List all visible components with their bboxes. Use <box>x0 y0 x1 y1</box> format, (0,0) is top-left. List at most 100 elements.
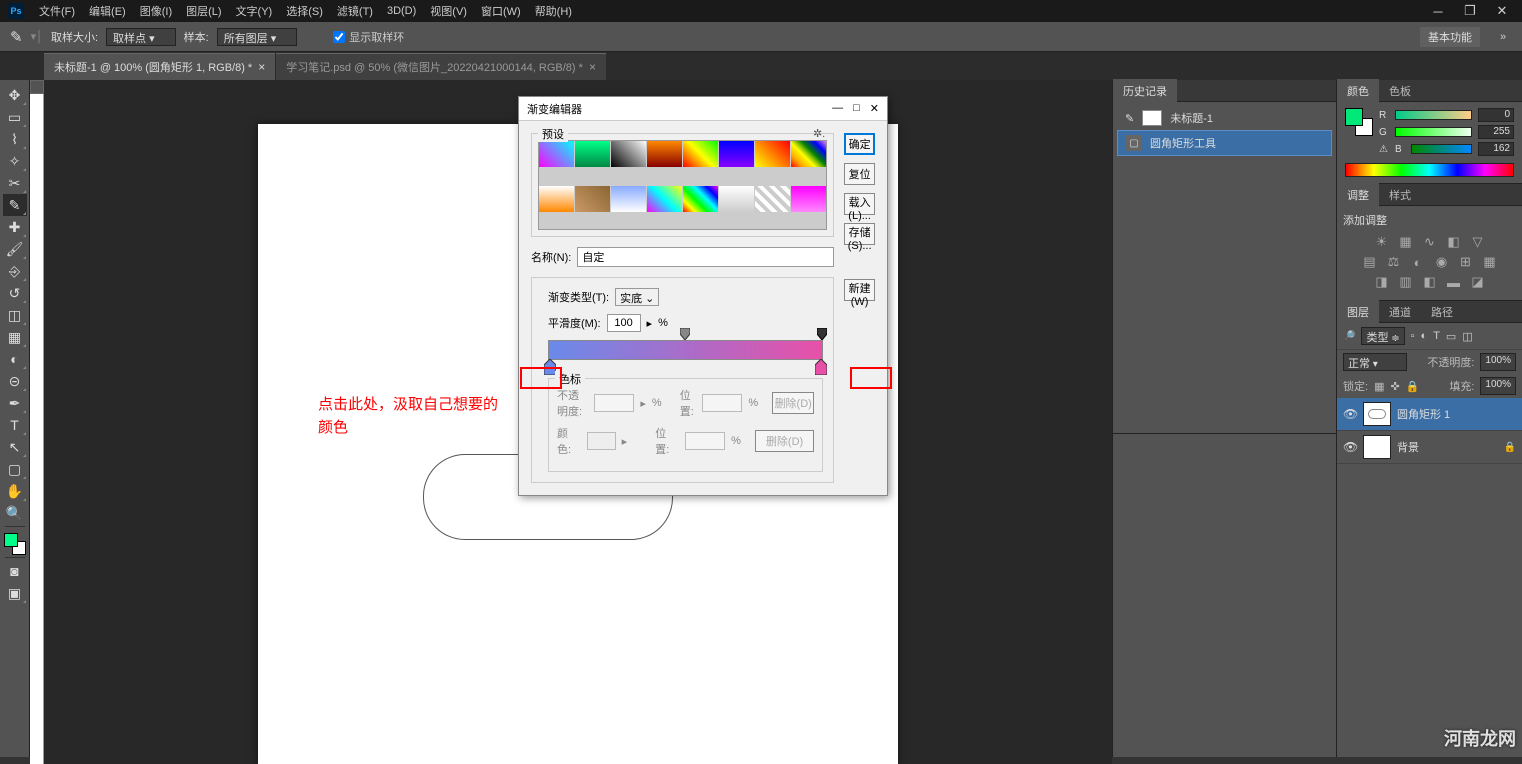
gradient-bar[interactable] <box>548 340 823 360</box>
gradient-tool[interactable]: ▦ <box>3 326 27 348</box>
minimize-button[interactable]: ─ <box>1426 3 1450 19</box>
history-brush-tool[interactable]: ↺ <box>3 282 27 304</box>
preset-swatch[interactable] <box>719 186 754 212</box>
preset-swatch[interactable] <box>719 141 754 167</box>
invert-icon[interactable]: ◨ <box>1373 274 1391 290</box>
threshold-icon[interactable]: ◧ <box>1421 274 1439 290</box>
reset-button[interactable]: 复位 <box>844 163 875 185</box>
paths-tab[interactable]: 路径 <box>1421 300 1463 324</box>
blue-value[interactable]: 162 <box>1478 142 1514 156</box>
preset-swatch[interactable] <box>791 186 826 212</box>
opacity-stop-right[interactable] <box>817 328 827 340</box>
load-button[interactable]: 载入(L)... <box>844 193 875 215</box>
opacity-stop-mid[interactable] <box>680 328 690 340</box>
new-button[interactable]: 新建(W) <box>844 279 875 301</box>
menu-filter[interactable]: 滤镜(T) <box>330 3 380 19</box>
shape-tool[interactable]: ▢ <box>3 458 27 480</box>
screen-mode-icon[interactable]: ▣ <box>3 582 27 604</box>
color-tab[interactable]: 颜色 <box>1337 79 1379 103</box>
styles-tab[interactable]: 样式 <box>1379 183 1421 207</box>
healing-tool[interactable]: ✚ <box>3 216 27 238</box>
photo-filter-icon[interactable]: ◉ <box>1433 254 1451 270</box>
opacity-input[interactable]: 100% <box>1480 353 1516 371</box>
channels-tab[interactable]: 通道 <box>1379 300 1421 324</box>
preset-swatch[interactable] <box>647 141 682 167</box>
levels-icon[interactable]: ▦ <box>1397 234 1415 250</box>
layers-tab[interactable]: 图层 <box>1337 300 1379 324</box>
vibrance-icon[interactable]: ▽ <box>1469 234 1487 250</box>
menu-file[interactable]: 文件(F) <box>32 3 82 19</box>
maximize-button[interactable]: ❐ <box>1458 3 1482 19</box>
menu-3d[interactable]: 3D(D) <box>380 5 423 17</box>
close-tab-icon[interactable]: × <box>589 60 596 74</box>
history-step[interactable]: ▢ 圆角矩形工具 <box>1117 130 1332 156</box>
smoothness-input[interactable] <box>607 314 641 332</box>
hand-tool[interactable]: ✋ <box>3 480 27 502</box>
fill-input[interactable]: 100% <box>1480 377 1516 395</box>
move-tool[interactable]: ✥ <box>3 84 27 106</box>
swatches-tab[interactable]: 色板 <box>1379 79 1421 103</box>
dialog-close-icon[interactable]: ✕ <box>870 102 879 115</box>
sample-select[interactable]: 所有图层 ▾ <box>217 28 298 46</box>
gradient-type-select[interactable]: 实底 ⌄ <box>615 288 659 306</box>
preset-swatch[interactable] <box>755 141 790 167</box>
filter-shape-icon[interactable]: ▭ <box>1446 330 1456 343</box>
preset-swatch[interactable] <box>755 186 790 212</box>
color-picker-swatch[interactable] <box>1345 108 1373 136</box>
ok-button[interactable]: 确定 <box>844 133 875 155</box>
gradient-name-input[interactable] <box>577 247 834 267</box>
preset-swatch[interactable] <box>683 186 718 212</box>
expand-panels-icon[interactable]: » <box>1494 28 1512 46</box>
menu-select[interactable]: 选择(S) <box>279 3 330 19</box>
adjustments-tab[interactable]: 调整 <box>1337 183 1379 207</box>
save-button[interactable]: 存储(S)... <box>844 223 875 245</box>
menu-type[interactable]: 文字(Y) <box>229 3 280 19</box>
red-slider[interactable] <box>1395 110 1472 120</box>
blur-tool[interactable]: ◐ <box>3 348 27 370</box>
preset-swatch[interactable] <box>611 186 646 212</box>
pen-tool[interactable]: ✒ <box>3 392 27 414</box>
dodge-tool[interactable]: ⊝ <box>3 370 27 392</box>
menu-help[interactable]: 帮助(H) <box>528 3 579 19</box>
dialog-titlebar[interactable]: 渐变编辑器 — □ ✕ <box>519 97 887 121</box>
crop-tool[interactable]: ✂ <box>3 172 27 194</box>
preset-grid[interactable] <box>538 140 827 230</box>
filter-adjust-icon[interactable]: ◐ <box>1421 330 1428 342</box>
menu-view[interactable]: 视图(V) <box>423 3 474 19</box>
preset-swatch[interactable] <box>575 186 610 212</box>
history-tab[interactable]: 历史记录 <box>1113 79 1177 103</box>
hue-icon[interactable]: ▤ <box>1361 254 1379 270</box>
workspace-switcher[interactable]: 基本功能 <box>1420 27 1480 47</box>
preset-swatch[interactable] <box>791 141 826 167</box>
zoom-tool[interactable]: 🔍 <box>3 502 27 524</box>
filter-pixel-icon[interactable]: ▫ <box>1411 330 1415 342</box>
layer-thumbnail[interactable] <box>1363 402 1391 426</box>
visibility-icon[interactable]: 👁 <box>1343 407 1357 421</box>
visibility-icon[interactable]: 👁 <box>1343 440 1357 454</box>
layer-row-background[interactable]: 👁 背景 🔒 <box>1337 431 1522 464</box>
menu-layer[interactable]: 图层(L) <box>179 3 228 19</box>
curves-icon[interactable]: ∿ <box>1421 234 1439 250</box>
preset-swatch[interactable] <box>539 141 574 167</box>
preset-swatch[interactable] <box>539 186 574 212</box>
marquee-tool[interactable]: ▭ <box>3 106 27 128</box>
filter-type-icon[interactable]: T <box>1433 330 1440 342</box>
lock-position-icon[interactable]: ✜ <box>1390 380 1399 393</box>
sample-size-select[interactable]: 取样点 ▾ <box>106 28 176 46</box>
foreground-background-colors[interactable] <box>4 533 26 555</box>
menu-edit[interactable]: 编辑(E) <box>82 3 133 19</box>
preset-swatch[interactable] <box>683 141 718 167</box>
brightness-icon[interactable]: ☀ <box>1373 234 1391 250</box>
path-select-tool[interactable]: ↖ <box>3 436 27 458</box>
channel-mixer-icon[interactable]: ⊞ <box>1457 254 1475 270</box>
blue-slider[interactable] <box>1411 144 1472 154</box>
color-spectrum[interactable] <box>1345 163 1514 177</box>
preset-swatch[interactable] <box>647 186 682 212</box>
close-tab-icon[interactable]: × <box>258 60 265 74</box>
presets-menu-icon[interactable]: ✲. <box>813 127 825 140</box>
green-value[interactable]: 255 <box>1478 125 1514 139</box>
green-slider[interactable] <box>1395 127 1472 137</box>
type-tool[interactable]: T <box>3 414 27 436</box>
eyedropper-tool[interactable]: ✎ <box>3 194 27 216</box>
layer-row-shape[interactable]: 👁 圆角矩形 1 <box>1337 398 1522 431</box>
